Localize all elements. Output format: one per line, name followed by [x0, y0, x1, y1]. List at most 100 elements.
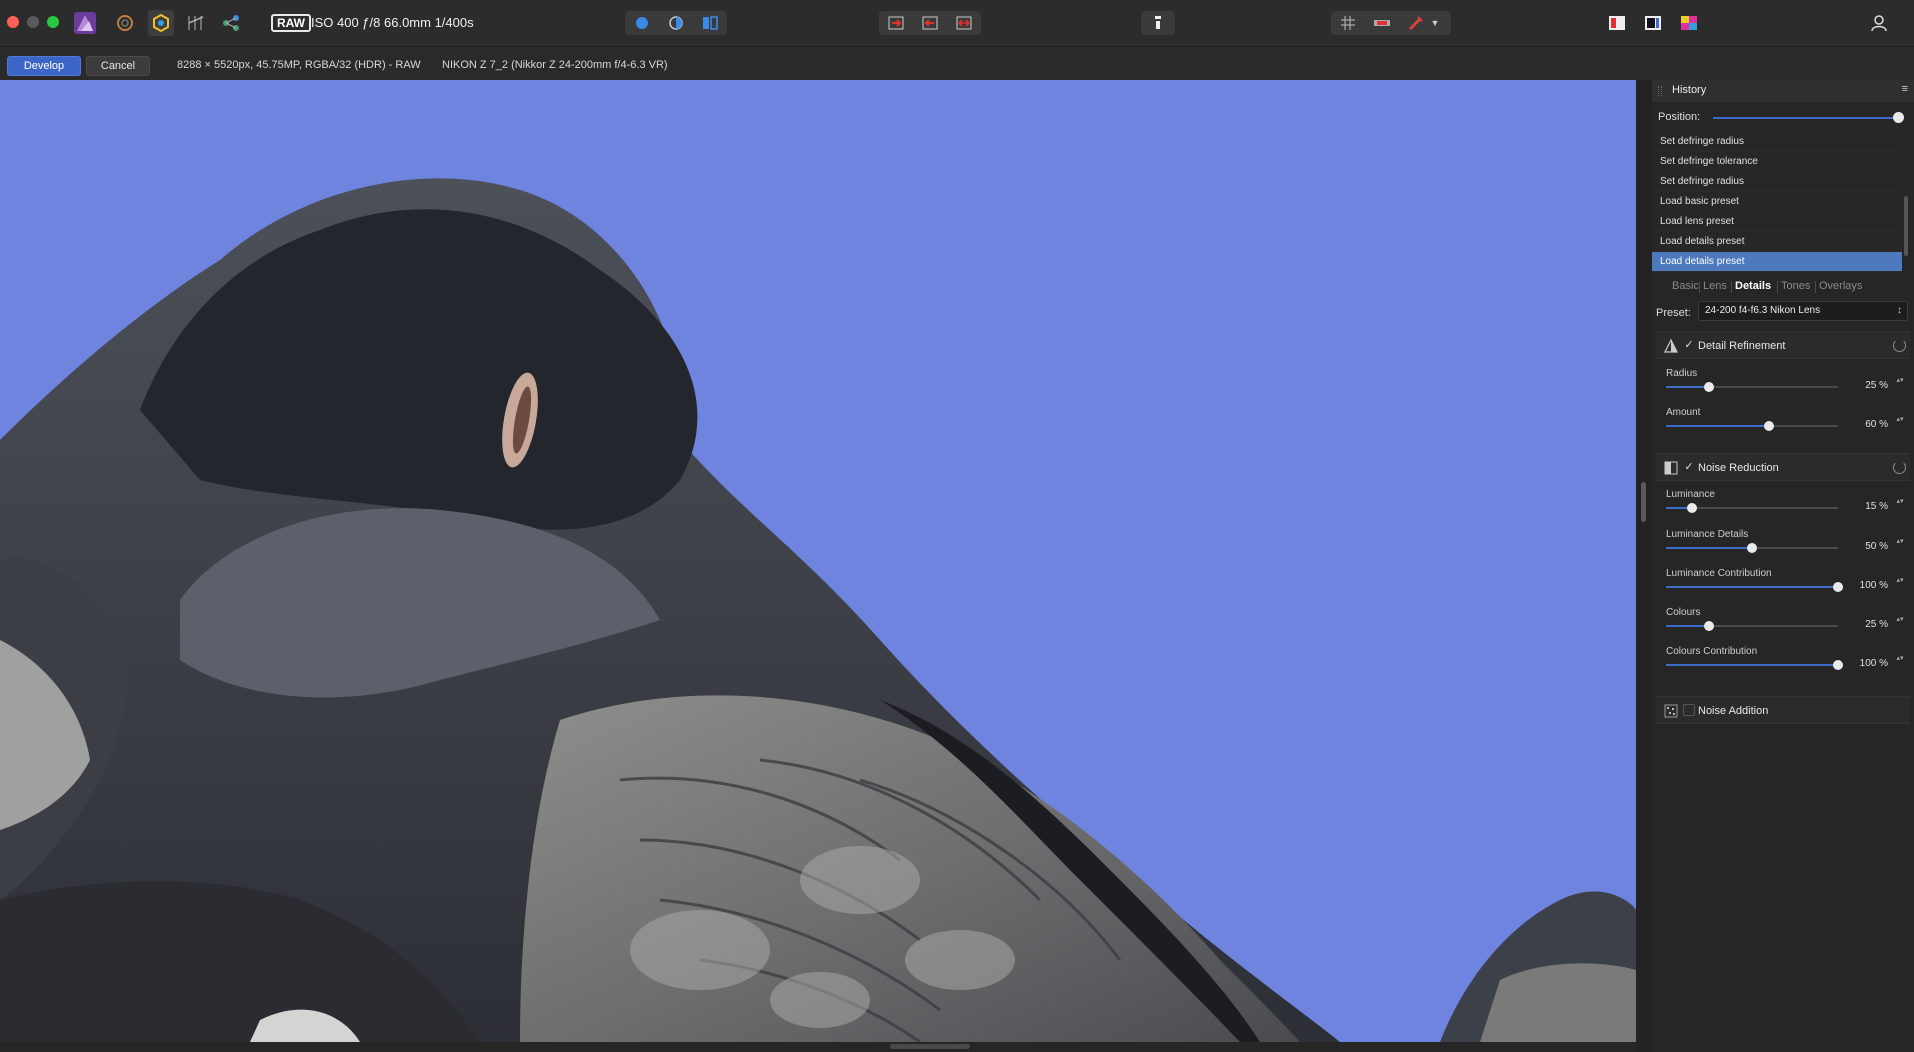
- photo-canvas[interactable]: [0, 80, 1636, 1042]
- slider-value-field[interactable]: 60 %: [1850, 419, 1888, 433]
- panel-menu-icon[interactable]: ≡: [1902, 83, 1908, 95]
- main-toolbar: RAW ISO 400 ƒ/8 66.0mm 1/400s ▼: [0, 0, 1914, 46]
- stepper-arrows-icon[interactable]: ▴▾: [1896, 616, 1904, 632]
- history-position-knob[interactable]: [1893, 112, 1904, 123]
- close-window-button[interactable]: [7, 16, 19, 28]
- exif-info: ISO 400 ƒ/8 66.0mm 1/400s: [311, 15, 474, 30]
- detail-refinement-checkbox[interactable]: ✓: [1683, 339, 1695, 351]
- panel-grip-icon[interactable]: [1658, 86, 1662, 96]
- export-persona-icon[interactable]: [218, 10, 244, 36]
- history-item[interactable]: Load lens preset: [1652, 212, 1902, 232]
- zoom-window-button[interactable]: [47, 16, 59, 28]
- cancel-button[interactable]: Cancel: [86, 56, 150, 76]
- noise-reduction-checkbox[interactable]: ✓: [1683, 461, 1695, 473]
- vertical-scroll-thumb[interactable]: [1641, 482, 1646, 522]
- stepper-arrows-icon[interactable]: ▴▾: [1896, 377, 1904, 393]
- split-view-icon[interactable]: [659, 11, 693, 35]
- slider-track[interactable]: [1666, 582, 1843, 592]
- clip-highlights-icon[interactable]: [879, 11, 913, 35]
- tab-separator: [1731, 281, 1732, 293]
- tab-details[interactable]: Details: [1735, 280, 1771, 292]
- slider-value-field[interactable]: 50 %: [1850, 541, 1888, 555]
- preset-select[interactable]: 24-200 f4-f6.3 Nikon Lens ↕: [1698, 301, 1908, 321]
- history-item[interactable]: Set defringe radius: [1652, 172, 1902, 192]
- noise-reduction-header[interactable]: ✓ Noise Reduction: [1656, 453, 1910, 481]
- vertical-scrollbar[interactable]: [1636, 80, 1652, 1052]
- tab-basic[interactable]: Basic: [1672, 280, 1699, 292]
- slider-colours-contribution: Colours Contribution 100 % ▴▾: [1666, 646, 1912, 678]
- grid-overlay-icon[interactable]: [1331, 11, 1365, 35]
- photo-persona-icon[interactable]: [112, 10, 138, 36]
- single-view-icon[interactable]: [625, 11, 659, 35]
- stepper-arrows-icon[interactable]: ▴▾: [1896, 416, 1904, 432]
- slider-value-field[interactable]: 100 %: [1850, 580, 1888, 594]
- horizontal-scrollbar[interactable]: [0, 1042, 1636, 1052]
- history-item[interactable]: Load basic preset: [1652, 192, 1902, 212]
- stepper-arrows-icon[interactable]: ▴▾: [1896, 655, 1904, 671]
- slider-label: Amount: [1666, 407, 1701, 418]
- reset-icon[interactable]: [1893, 339, 1906, 352]
- slider-value-field[interactable]: 25 %: [1850, 380, 1888, 394]
- overlay-dropdown-icon[interactable]: ▼: [1425, 11, 1445, 35]
- image-dimensions-info: 8288 × 5520px, 45.75MP, RGBA/32 (HDR) - …: [177, 59, 421, 71]
- clipping-overlay-icon[interactable]: [1365, 11, 1399, 35]
- tab-overlays[interactable]: Overlays: [1819, 280, 1862, 292]
- colour-swatch-icon[interactable]: [1676, 10, 1702, 36]
- slider-luminance-details: Luminance Details 50 % ▴▾: [1666, 529, 1912, 561]
- tone-mapping-persona-icon[interactable]: [183, 10, 209, 36]
- history-position-slider[interactable]: [1713, 117, 1899, 119]
- stepper-arrows-icon[interactable]: ▴▾: [1896, 498, 1904, 514]
- camera-lens-info: NIKON Z 7_2 (Nikkor Z 24-200mm f/4-6.3 V…: [442, 59, 668, 71]
- slider-track[interactable]: [1666, 421, 1838, 431]
- slider-knob[interactable]: [1764, 421, 1775, 431]
- develop-tabs: Basic Lens Details Tones Overlays: [1652, 277, 1914, 297]
- account-icon[interactable]: [1866, 10, 1892, 36]
- slider-track[interactable]: [1666, 660, 1843, 670]
- slider-knob[interactable]: [1704, 382, 1714, 392]
- clip-shadows-icon[interactable]: [913, 11, 947, 35]
- info-icon[interactable]: [1141, 11, 1175, 35]
- slider-fill: [1666, 386, 1709, 388]
- slider-knob[interactable]: [1704, 621, 1714, 631]
- slider-knob[interactable]: [1833, 582, 1843, 592]
- detail-refinement-section: ✓ Detail Refinement: [1656, 331, 1910, 359]
- slider-track[interactable]: [1666, 503, 1838, 513]
- slider-value-field[interactable]: 100 %: [1850, 658, 1888, 672]
- noise-addition-checkbox[interactable]: [1683, 704, 1695, 716]
- tab-separator: [1699, 281, 1700, 293]
- slider-value-field[interactable]: 25 %: [1850, 619, 1888, 633]
- slider-luminance: Luminance 15 % ▴▾: [1666, 489, 1912, 521]
- minimize-window-button[interactable]: [27, 16, 39, 28]
- slider-track[interactable]: [1666, 382, 1838, 392]
- mirror-view-icon[interactable]: [693, 11, 727, 35]
- history-item[interactable]: Set defringe tolerance: [1652, 152, 1902, 172]
- slider-knob[interactable]: [1747, 543, 1757, 553]
- stepper-arrows-icon[interactable]: ▴▾: [1896, 577, 1904, 593]
- slider-track[interactable]: [1666, 543, 1838, 553]
- slider-knob[interactable]: [1686, 503, 1697, 513]
- develop-button[interactable]: Develop: [7, 56, 81, 76]
- history-item[interactable]: Set defringe radius: [1652, 132, 1902, 152]
- clip-tones-icon[interactable]: [947, 11, 981, 35]
- affinity-photo-develop-window: RAW ISO 400 ƒ/8 66.0mm 1/400s ▼ Develop …: [0, 0, 1914, 1052]
- studio-right-icon[interactable]: [1640, 10, 1666, 36]
- develop-persona-icon[interactable]: [148, 10, 174, 36]
- studio-left-icon[interactable]: [1604, 10, 1630, 36]
- slider-track[interactable]: [1666, 621, 1838, 631]
- history-item[interactable]: Load details preset: [1652, 232, 1902, 252]
- affinity-photo-logo-icon[interactable]: [72, 10, 98, 36]
- history-item[interactable]: Load details preset: [1652, 252, 1902, 272]
- reset-icon[interactable]: [1893, 461, 1906, 474]
- history-scrollbar[interactable]: [1904, 196, 1908, 256]
- info-group: [1141, 11, 1175, 35]
- horizontal-scroll-thumb[interactable]: [890, 1044, 970, 1049]
- noise-addition-header[interactable]: Noise Addition: [1656, 696, 1910, 724]
- stepper-arrows-icon[interactable]: ▴▾: [1896, 538, 1904, 554]
- detail-refinement-header[interactable]: ✓ Detail Refinement: [1656, 331, 1910, 359]
- slider-knob[interactable]: [1833, 660, 1843, 670]
- noise-reduction-title: Noise Reduction: [1698, 462, 1779, 474]
- slider-value-field[interactable]: 15 %: [1850, 501, 1888, 515]
- tab-tones[interactable]: Tones: [1781, 280, 1810, 292]
- tab-lens[interactable]: Lens: [1703, 280, 1727, 292]
- raw-badge: RAW: [271, 14, 311, 32]
